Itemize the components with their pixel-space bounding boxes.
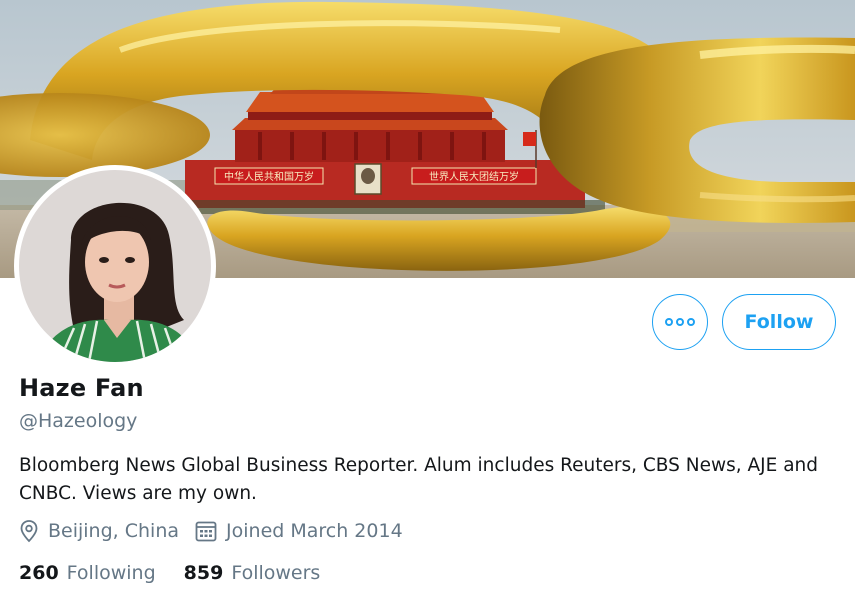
user-handle: @Hazeology bbox=[19, 410, 138, 432]
follow-stats: 260 Following 859 Followers bbox=[19, 562, 320, 584]
banner-sign-left: 中华人民共和国万岁 bbox=[224, 170, 314, 183]
profile-meta: Beijing, China Joined March 2014 bbox=[19, 519, 403, 543]
profile-bio: Bloomberg News Global Business Reporter.… bbox=[19, 455, 819, 504]
location-pin-icon bbox=[20, 520, 38, 543]
location-item: Beijing, China bbox=[19, 519, 179, 543]
profile-page: 中华人民共和国万岁 世界人民大团结万岁 Follow Haze Fan @Haz… bbox=[0, 0, 855, 600]
joined-text: Joined March 2014 bbox=[226, 520, 403, 542]
banner-sign-right: 世界人民大团结万岁 bbox=[429, 170, 519, 183]
more-options-icon bbox=[665, 318, 673, 326]
followers-link[interactable]: 859 Followers bbox=[184, 562, 321, 584]
more-options-button[interactable] bbox=[652, 294, 708, 350]
more-options-icon-dot bbox=[676, 318, 684, 326]
more-options-icon-dot bbox=[687, 318, 695, 326]
display-name: Haze Fan bbox=[19, 374, 144, 402]
calendar-icon bbox=[195, 521, 217, 542]
following-link[interactable]: 260 Following bbox=[19, 562, 156, 584]
followers-count: 859 bbox=[183, 562, 224, 584]
profile-avatar[interactable] bbox=[14, 165, 216, 367]
follow-button[interactable]: Follow bbox=[722, 294, 836, 350]
location-text: Beijing, China bbox=[48, 520, 180, 542]
following-count: 260 bbox=[19, 562, 59, 584]
followers-label: Followers bbox=[231, 562, 321, 584]
joined-item: Joined March 2014 bbox=[195, 520, 403, 542]
following-label: Following bbox=[66, 562, 156, 584]
